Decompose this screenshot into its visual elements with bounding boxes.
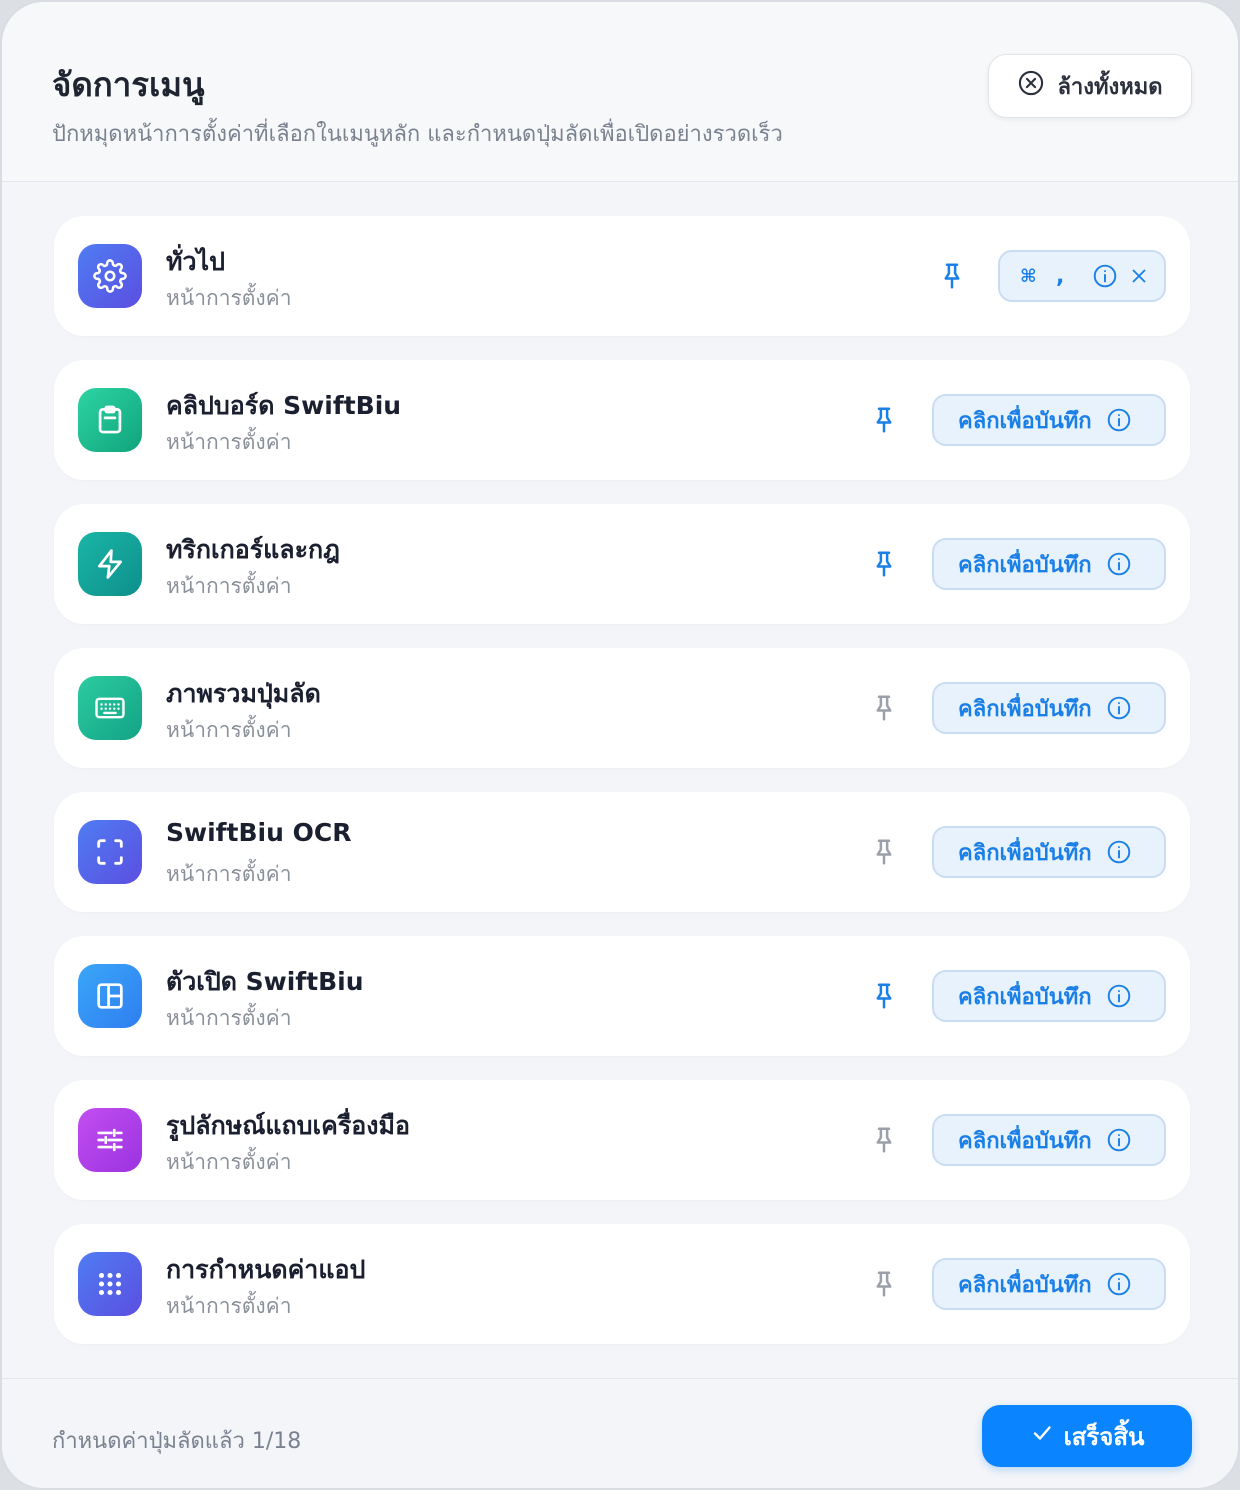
shortcut-keys-button[interactable]: ⌘, bbox=[998, 250, 1166, 302]
grid-icon bbox=[78, 1252, 142, 1316]
menu-item-subtitle: หน้าการตั้งค่า bbox=[166, 1006, 292, 1030]
info-icon[interactable] bbox=[1106, 1271, 1132, 1297]
menu-item-title: การกำหนดค่าแอป bbox=[166, 1255, 366, 1284]
menu-item-title: ทั่วไป bbox=[166, 247, 225, 276]
menu-item-title: ทริกเกอร์และกฎ bbox=[166, 535, 340, 564]
dialog-title: จัดการเมนู bbox=[52, 65, 205, 104]
menu-item-subtitle: หน้าการตั้งค่า bbox=[166, 718, 292, 742]
menu-item-subtitle: หน้าการตั้งค่า bbox=[166, 574, 292, 598]
gear-icon bbox=[78, 244, 142, 308]
lightning-icon bbox=[78, 532, 142, 596]
record-shortcut-label: คลิกเพื่อบันทึก bbox=[958, 1128, 1092, 1154]
record-shortcut-button[interactable]: คลิกเพื่อบันทึก bbox=[932, 826, 1166, 878]
shortcut-count-status: กำหนดค่าปุ่มลัดแล้ว 1/18 bbox=[52, 1429, 302, 1454]
menu-item-row[interactable]: ทริกเกอร์และกฎหน้าการตั้งค่า คลิกเพื่อบัน… bbox=[54, 504, 1190, 624]
done-label: เสร็จสิ้น bbox=[1063, 1422, 1145, 1451]
clear-all-button[interactable]: ล้างทั้งหมด bbox=[988, 54, 1192, 118]
menu-item-subtitle: หน้าการตั้งค่า bbox=[166, 286, 292, 310]
record-shortcut-button[interactable]: คลิกเพื่อบันทึก bbox=[932, 1258, 1166, 1310]
menu-item-title: คลิปบอร์ด SwiftBiu bbox=[166, 391, 402, 420]
info-icon[interactable] bbox=[1106, 407, 1132, 433]
menu-item-subtitle: หน้าการตั้งค่า bbox=[166, 1150, 292, 1174]
info-icon[interactable] bbox=[1106, 983, 1132, 1009]
menu-item-subtitle: หน้าการตั้งค่า bbox=[166, 1294, 292, 1318]
layout-icon bbox=[78, 964, 142, 1028]
keyboard-icon bbox=[78, 676, 142, 740]
pinned-pin-icon[interactable] bbox=[932, 256, 972, 296]
menu-item-row[interactable]: การกำหนดค่าแอปหน้าการตั้งค่า คลิกเพื่อบัน… bbox=[54, 1224, 1190, 1344]
menu-item-subtitle: หน้าการตั้งค่า bbox=[166, 862, 292, 886]
menu-item-title: รูปลักษณ์แถบเครื่องมือ bbox=[166, 1111, 410, 1140]
menu-item-row[interactable]: ตัวเปิด SwiftBiu หน้าการตั้งค่า คลิกเพื่อบ… bbox=[54, 936, 1190, 1056]
menu-item-title: SwiftBiu OCR bbox=[166, 818, 352, 847]
record-shortcut-button[interactable]: คลิกเพื่อบันทึก bbox=[932, 682, 1166, 734]
menu-item-row[interactable]: ทั่วไปหน้าการตั้งค่า ⌘, bbox=[54, 216, 1190, 336]
menu-item-row[interactable]: คลิปบอร์ด SwiftBiu หน้าการตั้งค่า คลิกเพื่… bbox=[54, 360, 1190, 480]
record-shortcut-button[interactable]: คลิกเพื่อบันทึก bbox=[932, 1114, 1166, 1166]
dialog-header: จัดการเมนู ปักหมุดหน้าการตั้งค่าที่เลือก… bbox=[2, 2, 1238, 182]
info-icon[interactable] bbox=[1106, 1127, 1132, 1153]
info-icon[interactable] bbox=[1106, 839, 1132, 865]
sliders-icon bbox=[78, 1108, 142, 1172]
dialog-footer: กำหนดค่าปุ่มลัดแล้ว 1/18 เสร็จสิ้น bbox=[2, 1378, 1238, 1488]
checkmark-icon bbox=[1030, 1421, 1054, 1451]
menu-item-subtitle: หน้าการตั้งค่า bbox=[166, 430, 292, 454]
clipboard-icon bbox=[78, 388, 142, 452]
unpinned-pin-icon[interactable] bbox=[864, 1120, 904, 1160]
record-shortcut-label: คลิกเพื่อบันทึก bbox=[958, 840, 1092, 866]
info-icon[interactable] bbox=[1092, 263, 1118, 289]
pinned-pin-icon[interactable] bbox=[864, 976, 904, 1016]
comma-key: , bbox=[1056, 263, 1065, 289]
dialog-subtitle: ปักหมุดหน้าการตั้งค่าที่เลือกในเมนูหลัก … bbox=[52, 122, 783, 147]
manage-menu-dialog: จัดการเมนู ปักหมุดหน้าการตั้งค่าที่เลือก… bbox=[0, 0, 1240, 1490]
record-shortcut-label: คลิกเพื่อบันทึก bbox=[958, 984, 1092, 1010]
record-shortcut-label: คลิกเพื่อบันทึก bbox=[958, 1272, 1092, 1298]
menu-item-title: ตัวเปิด SwiftBiu bbox=[166, 967, 364, 996]
clear-all-label: ล้างทั้งหมด bbox=[1057, 74, 1163, 100]
done-button[interactable]: เสร็จสิ้น bbox=[982, 1405, 1192, 1467]
record-shortcut-label: คลิกเพื่อบันทึก bbox=[958, 552, 1092, 578]
menu-item-title: ภาพรวมปุ่มลัด bbox=[166, 679, 321, 708]
menu-item-row[interactable]: SwiftBiu OCR หน้าการตั้งค่า คลิกเพื่อบันทึ… bbox=[54, 792, 1190, 912]
unpinned-pin-icon[interactable] bbox=[864, 832, 904, 872]
unpinned-pin-icon[interactable] bbox=[864, 1264, 904, 1304]
info-icon[interactable] bbox=[1106, 695, 1132, 721]
pinned-pin-icon[interactable] bbox=[864, 400, 904, 440]
unpinned-pin-icon[interactable] bbox=[864, 688, 904, 728]
menu-item-row[interactable]: รูปลักษณ์แถบเครื่องมือหน้าการตั้งค่า คลิก… bbox=[54, 1080, 1190, 1200]
record-shortcut-label: คลิกเพื่อบันทึก bbox=[958, 408, 1092, 434]
menu-item-list: ทั่วไปหน้าการตั้งค่า ⌘, คลิปบอร์ด SwiftBiu… bbox=[54, 216, 1190, 1368]
menu-item-row[interactable]: ภาพรวมปุ่มลัดหน้าการตั้งค่า คลิกเพื่อบันท… bbox=[54, 648, 1190, 768]
command-key: ⌘ bbox=[1020, 265, 1037, 287]
record-shortcut-button[interactable]: คลิกเพื่อบันทึก bbox=[932, 538, 1166, 590]
record-shortcut-button[interactable]: คลิกเพื่อบันทึก bbox=[932, 970, 1166, 1022]
record-shortcut-button[interactable]: คลิกเพื่อบันทึก bbox=[932, 394, 1166, 446]
scan-icon bbox=[78, 820, 142, 884]
clear-circle-icon bbox=[1017, 69, 1045, 103]
clear-shortcut-icon[interactable] bbox=[1128, 265, 1150, 287]
info-icon[interactable] bbox=[1106, 551, 1132, 577]
record-shortcut-label: คลิกเพื่อบันทึก bbox=[958, 696, 1092, 722]
pinned-pin-icon[interactable] bbox=[864, 544, 904, 584]
